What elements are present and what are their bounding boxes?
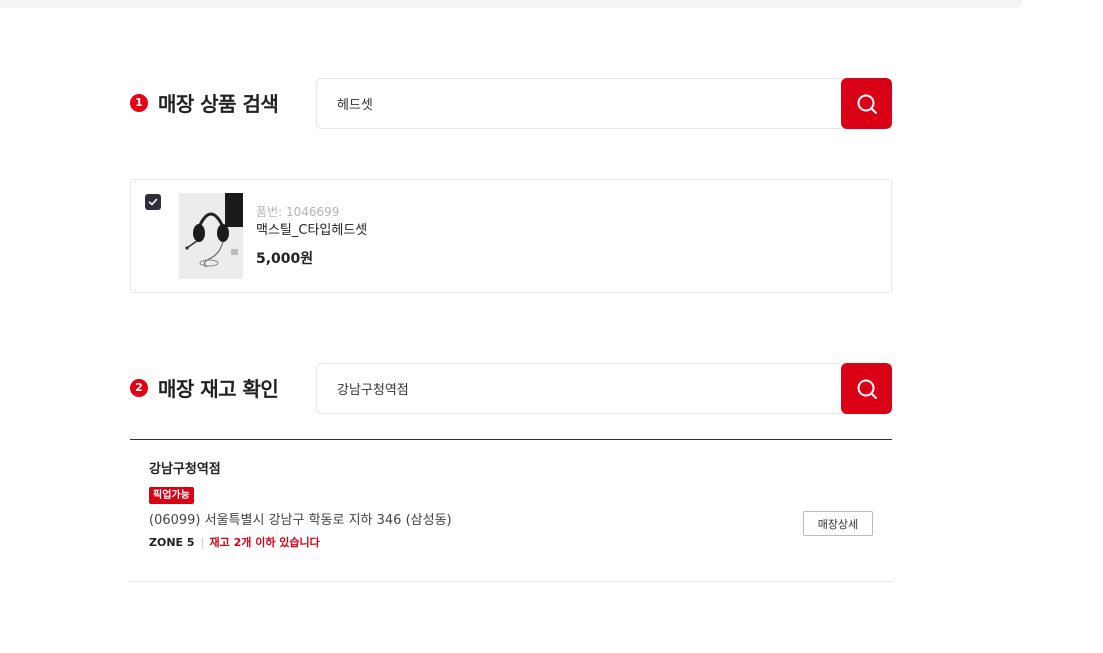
divider bbox=[130, 581, 892, 582]
separator bbox=[201, 537, 203, 549]
product-info: 품번: 1046699 맥스틸_C타입헤드셋 5,000원 bbox=[256, 204, 367, 268]
top-bar bbox=[0, 0, 1022, 8]
store-search-button[interactable] bbox=[841, 363, 892, 414]
section-title-product-search: 1 매장 상품 검색 bbox=[130, 88, 279, 117]
product-image bbox=[179, 193, 243, 279]
product-checkbox[interactable] bbox=[145, 194, 161, 210]
stock-status: 재고 2개 이하 있습니다 bbox=[209, 536, 320, 549]
section-title-stock-check: 2 매장 재고 확인 bbox=[130, 373, 279, 402]
store-search-box bbox=[316, 363, 892, 414]
headset-image-icon bbox=[179, 193, 243, 279]
check-icon bbox=[148, 198, 158, 206]
store-search-input[interactable] bbox=[316, 363, 846, 414]
search-icon bbox=[857, 94, 877, 114]
store-name: 강남구청역점 bbox=[149, 462, 221, 477]
product-search-input[interactable] bbox=[316, 78, 846, 129]
product-code: 품번: 1046699 bbox=[256, 205, 340, 219]
store-address: (06099) 서울특별시 강남구 학동로 지하 346 (삼성동) bbox=[149, 513, 452, 528]
section-title-text: 매장 상품 검색 bbox=[158, 92, 279, 116]
store-meta: ZONE 5 재고 2개 이하 있습니다 bbox=[149, 536, 452, 550]
section-title-text: 매장 재고 확인 bbox=[158, 377, 279, 401]
product-name[interactable]: 맥스틸_C타입헤드셋 bbox=[256, 222, 367, 240]
step-number: 2 bbox=[130, 378, 148, 397]
step-number: 1 bbox=[130, 93, 148, 112]
product-card[interactable]: 품번: 1046699 맥스틸_C타입헤드셋 5,000원 bbox=[130, 179, 892, 293]
product-search-button[interactable] bbox=[841, 78, 892, 129]
store-zone: ZONE 5 bbox=[149, 536, 195, 549]
pickup-badge: 픽업가능 bbox=[149, 487, 194, 504]
store-result: 강남구청역점 픽업가능 (06099) 서울특별시 강남구 학동로 지하 346… bbox=[149, 461, 452, 550]
divider bbox=[130, 439, 892, 440]
product-price: 5,000원 bbox=[256, 251, 314, 267]
search-icon bbox=[857, 379, 877, 399]
store-detail-button[interactable]: 매장상세 bbox=[803, 511, 873, 536]
product-search-box bbox=[316, 78, 892, 129]
